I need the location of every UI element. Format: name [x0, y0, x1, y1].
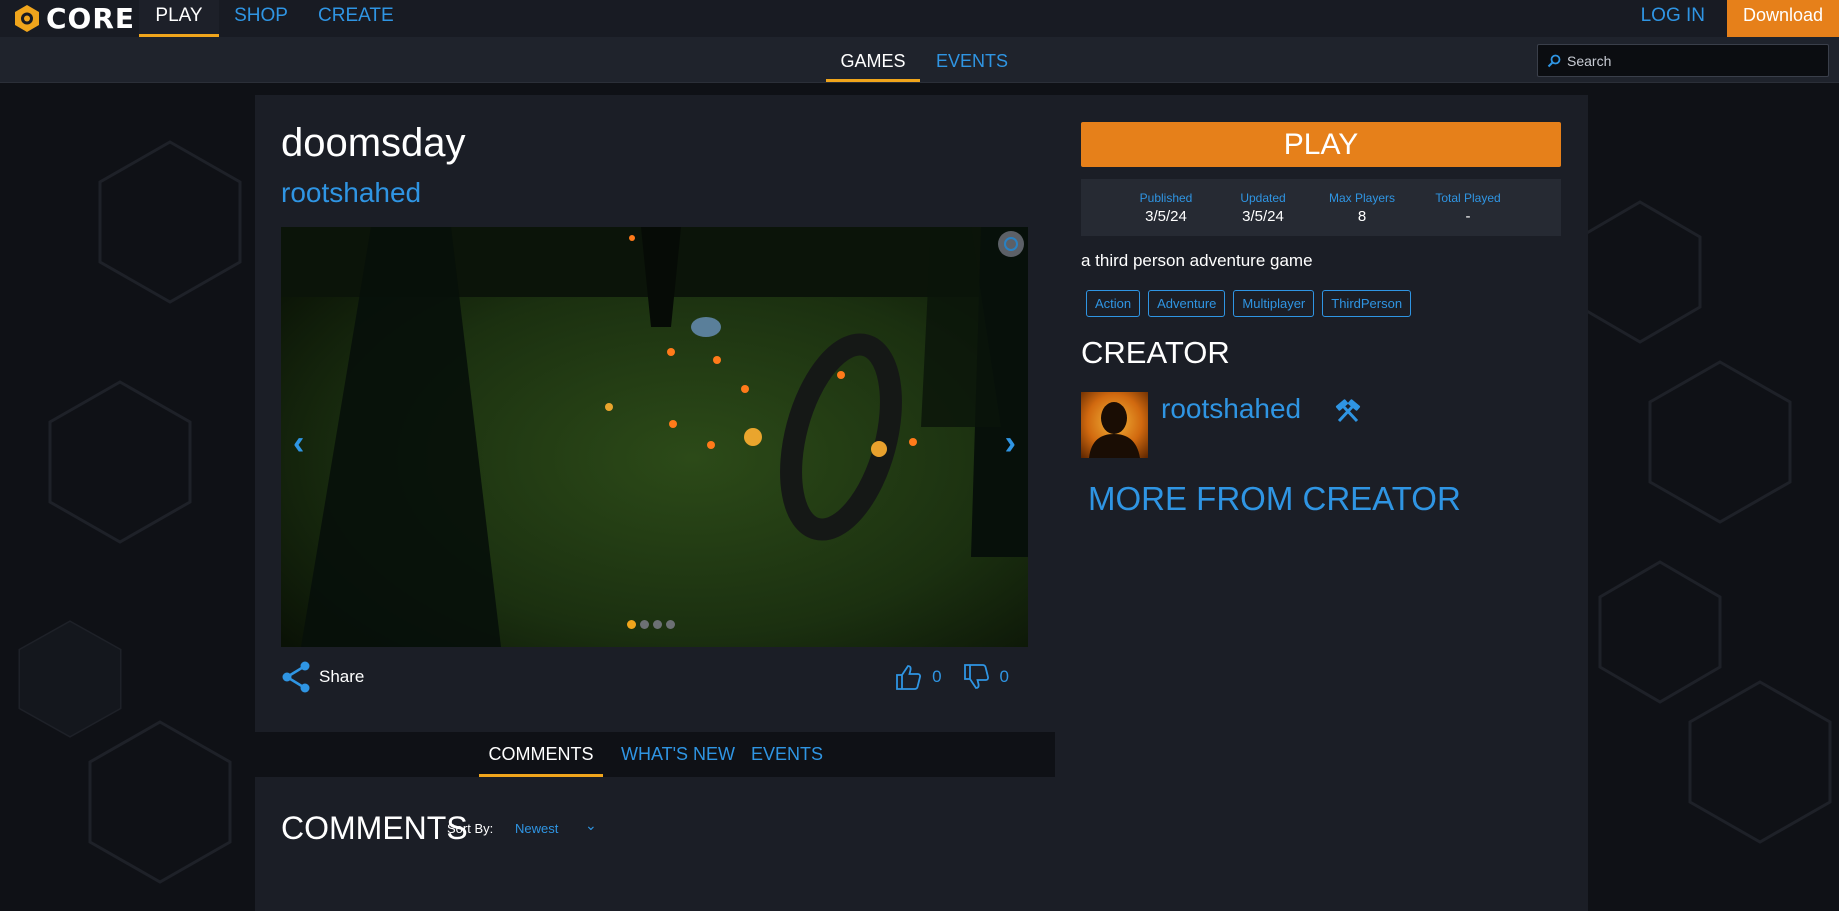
- dislikes-count: 0: [999, 667, 1009, 686]
- chevron-left-icon[interactable]: ‹: [293, 424, 304, 463]
- game-screenshot: [281, 227, 1028, 647]
- game-tags: Action Adventure Multiplayer ThirdPerson: [1086, 290, 1412, 317]
- tag-multiplayer[interactable]: Multiplayer: [1233, 290, 1315, 317]
- nav-tab-shop[interactable]: SHOP: [232, 0, 290, 37]
- creator-name-link[interactable]: rootshahed: [1161, 393, 1301, 425]
- stat-value: 3/5/24: [1145, 208, 1187, 225]
- search-input[interactable]: Search: [1537, 44, 1829, 77]
- avatar-silhouette-icon: [1089, 402, 1140, 458]
- content-tabs: COMMENTS WHAT'S NEW EVENTS: [255, 732, 1055, 777]
- carousel-dot[interactable]: [627, 620, 636, 629]
- vote-controls: 0 0: [894, 663, 1019, 691]
- tab-comments[interactable]: COMMENTS: [479, 732, 603, 777]
- avatar[interactable]: [1081, 392, 1148, 458]
- stat-value: 8: [1357, 208, 1367, 225]
- stat-value: -: [1465, 208, 1471, 225]
- core-logo[interactable]: CORE: [12, 1, 135, 35]
- chevron-down-icon[interactable]: ⌄: [585, 817, 597, 834]
- carousel-dot[interactable]: [653, 620, 662, 629]
- screenshot-carousel[interactable]: ‹ ›: [281, 227, 1028, 647]
- top-nav: CORE PLAY SHOP CREATE LOG IN Download: [0, 0, 1839, 37]
- stat-label: Updated: [1240, 191, 1286, 205]
- share-icon: [282, 661, 310, 693]
- search-icon: [1547, 54, 1561, 67]
- expand-icon[interactable]: [998, 231, 1024, 257]
- game-sidebar: PLAY Published 3/5/24 Updated 3/5/24 Max…: [1055, 95, 1588, 911]
- game-description: a third person adventure game: [1081, 251, 1313, 270]
- stat-label: Published: [1139, 191, 1193, 205]
- more-from-creator-heading[interactable]: MORE FROM CREATOR: [1088, 480, 1461, 518]
- play-button[interactable]: PLAY: [1081, 122, 1561, 167]
- stat-max-players: Max Players 8: [1307, 191, 1417, 225]
- tag-adventure[interactable]: Adventure: [1148, 290, 1226, 317]
- search-placeholder: Search: [1567, 52, 1612, 69]
- sub-nav: GAMES EVENTS Search: [0, 37, 1839, 83]
- creator-badge-icon: [1335, 399, 1361, 423]
- tab-whats-new[interactable]: WHAT'S NEW: [619, 732, 737, 777]
- download-button[interactable]: Download: [1727, 0, 1839, 37]
- nav-tab-play[interactable]: PLAY: [139, 0, 219, 37]
- tab-events[interactable]: EVENTS: [751, 732, 823, 777]
- game-title: doomsday: [281, 121, 466, 165]
- chevron-right-icon[interactable]: ›: [1005, 424, 1016, 463]
- carousel-dot[interactable]: [640, 620, 649, 629]
- sort-select[interactable]: Newest: [515, 821, 558, 836]
- game-stats: Published 3/5/24 Updated 3/5/24 Max Play…: [1081, 179, 1561, 236]
- stat-label: Max Players: [1328, 191, 1396, 205]
- stat-label: Total Played: [1435, 191, 1501, 205]
- carousel-dots: [627, 620, 675, 629]
- game-details-panel: doomsday rootshahed ‹ › Share 0 0: [255, 95, 1055, 732]
- comments-panel: COMMENTS Sort By: Newest ⌄: [255, 777, 1055, 911]
- thumbs-up-icon[interactable]: [894, 663, 922, 691]
- stat-updated: Updated 3/5/24: [1208, 191, 1318, 225]
- game-creator-link[interactable]: rootshahed: [281, 177, 421, 209]
- core-logo-icon: [15, 5, 39, 32]
- subnav-tab-games[interactable]: GAMES: [826, 37, 920, 82]
- stat-published: Published 3/5/24: [1111, 191, 1221, 225]
- stat-value: 3/5/24: [1242, 208, 1284, 225]
- sort-by-label: Sort By:: [447, 821, 494, 836]
- share-button[interactable]: Share: [281, 661, 364, 693]
- share-label: Share: [319, 667, 365, 686]
- login-link[interactable]: LOG IN: [1641, 0, 1705, 31]
- thumbs-down-icon[interactable]: [962, 663, 990, 691]
- carousel-dot[interactable]: [666, 620, 675, 629]
- tag-action[interactable]: Action: [1086, 290, 1141, 317]
- nav-tab-create[interactable]: CREATE: [318, 0, 394, 37]
- logo-text: CORE: [46, 1, 136, 35]
- subnav-tab-events[interactable]: EVENTS: [936, 37, 1008, 82]
- likes-count: 0: [932, 667, 942, 686]
- creator-heading: CREATOR: [1081, 335, 1230, 370]
- comments-title: COMMENTS: [281, 810, 468, 846]
- tag-thirdperson[interactable]: ThirdPerson: [1322, 290, 1412, 317]
- stat-total-played: Total Played -: [1413, 191, 1523, 225]
